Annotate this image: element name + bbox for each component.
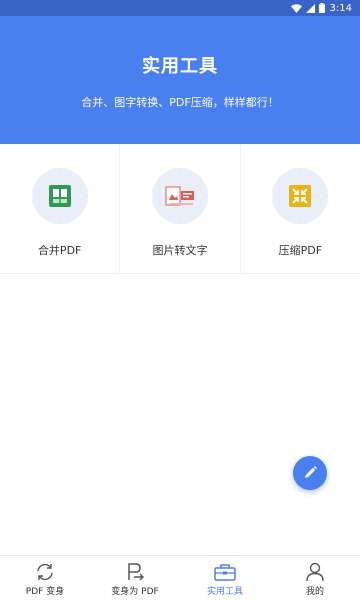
user-icon bbox=[306, 562, 324, 582]
header-banner: 实用工具 合并、图字转换、PDF压缩，样样都行！ bbox=[0, 16, 360, 144]
wifi-icon bbox=[290, 3, 302, 13]
tab-icon-wrap bbox=[213, 561, 237, 583]
merge-pdf-icon bbox=[48, 185, 71, 207]
status-icons bbox=[290, 3, 325, 13]
tool-label: 压缩PDF bbox=[278, 244, 323, 257]
tool-label: 图片转文字 bbox=[152, 244, 208, 257]
tool-label: 合并PDF bbox=[37, 244, 82, 257]
tab-label: 我的 bbox=[305, 587, 324, 597]
tool-icon-circle bbox=[31, 168, 88, 224]
battery-icon bbox=[318, 3, 325, 13]
tool-compress-pdf[interactable]: 压缩PDF bbox=[241, 144, 360, 273]
to-pdf-icon bbox=[128, 563, 144, 581]
signal-icon bbox=[305, 3, 315, 13]
compress-pdf-icon bbox=[289, 185, 312, 207]
status-bar: 3:14 bbox=[0, 0, 360, 16]
tab-icon-wrap bbox=[123, 561, 147, 583]
tool-image-to-text[interactable]: 图片转文字 bbox=[120, 144, 241, 273]
toolbox-icon bbox=[214, 564, 236, 581]
tab-pdf-convert[interactable]: PDF 变身 bbox=[0, 556, 90, 600]
edit-icon bbox=[305, 466, 317, 478]
tool-icon-circle bbox=[272, 168, 329, 224]
tab-label: 变身为 PDF bbox=[111, 587, 159, 597]
edit-fab-button[interactable] bbox=[293, 456, 327, 490]
tab-to-pdf[interactable]: 变身为 PDF bbox=[90, 556, 180, 600]
tab-tools[interactable]: 实用工具 bbox=[180, 556, 270, 600]
page-title: 实用工具 bbox=[142, 56, 218, 77]
tool-grid: 合并PDF 图片转文字 压缩PDF bbox=[0, 144, 360, 274]
tool-icon-circle bbox=[151, 168, 208, 224]
page-subtitle: 合并、图字转换、PDF压缩，样样都行！ bbox=[81, 96, 279, 109]
image-to-text-icon bbox=[165, 186, 194, 206]
tool-merge-pdf[interactable]: 合并PDF bbox=[0, 144, 121, 273]
tab-label: PDF 变身 bbox=[25, 587, 65, 597]
convert-icon bbox=[37, 563, 53, 581]
tab-label: 实用工具 bbox=[206, 587, 243, 597]
tab-icon-wrap bbox=[303, 561, 327, 583]
tab-mine[interactable]: 我的 bbox=[270, 556, 360, 600]
status-time: 3:14 bbox=[329, 2, 352, 14]
bottom-tab-bar: PDF 变身 变身为 PDF 实用工具 我的 bbox=[0, 555, 360, 600]
tab-icon-wrap bbox=[33, 561, 57, 583]
